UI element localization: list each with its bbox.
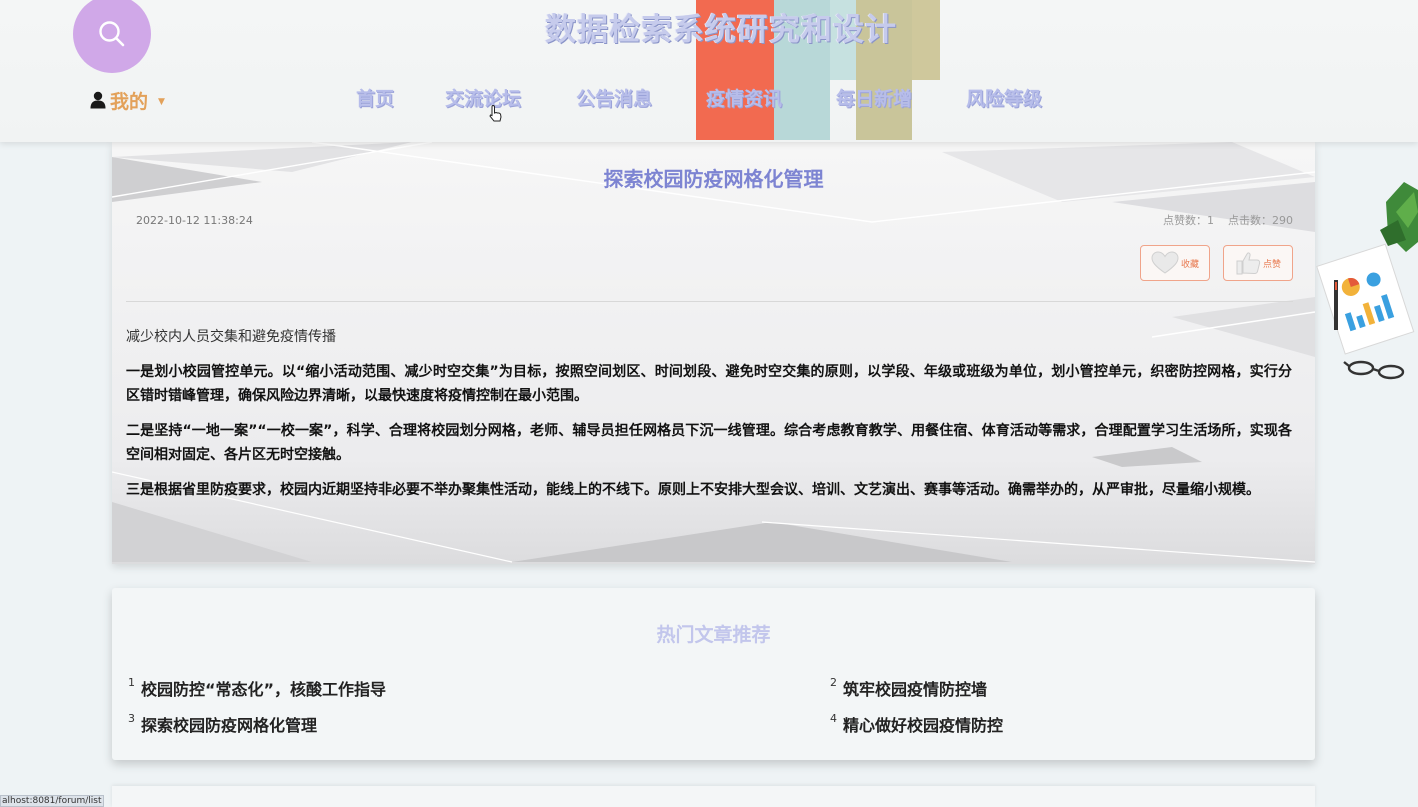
favorite-label: 收藏 [1180,259,1199,270]
search-button[interactable] [73,0,151,73]
user-menu-dropdown[interactable]: 我的 ▼ [90,86,165,114]
next-section-card [112,786,1315,807]
desk-decoration-image [1316,182,1418,380]
hot-articles-card: 热门文章推荐 1 校园防控“常态化”，核酸工作指导 2 筑牢校园疫情防控墙 3 … [112,588,1315,760]
article-stats: 点赞数：1 点击数：290 [1163,212,1293,228]
status-bar-url: alhost:8081/forum/list [0,795,104,807]
thumbs-up-icon [1236,252,1261,275]
hot-article-link[interactable]: 探索校园防疫网格化管理 [141,712,317,736]
hot-articles-title: 热门文章推荐 [656,624,771,646]
hot-article-number: 2 [830,676,837,689]
article-paragraph: 一是划小校园管控单元。以“缩小活动范围、减少时空交集”为目标，按照空间划区、时间… [126,364,1292,404]
hot-article-item[interactable]: 2 筑牢校园疫情防控墙 [830,676,987,700]
hot-article-number: 1 [128,676,135,689]
nav-item-home[interactable]: 首页 [356,84,394,111]
article-paragraph: 三是根据省里防疫要求，校园内近期坚持非必要不举办聚集性活动，能线上的不线下。原则… [126,482,1260,498]
nav-item-announcements[interactable]: 公告消息 [576,84,652,111]
like-button[interactable]: 点赞 [1223,245,1293,281]
nav-item-daily-new[interactable]: 每日新增 [836,84,912,111]
clicks-count: 点击数：290 [1228,214,1293,227]
hot-article-item[interactable]: 3 探索校园防疫网格化管理 [128,712,317,736]
nav-item-forum[interactable]: 交流论坛 [445,84,521,111]
likes-count: 点赞数：1 [1163,214,1214,227]
search-icon [99,21,125,47]
hot-article-link[interactable]: 精心做好校园疫情防控 [843,712,1003,736]
nav-item-risk-level[interactable]: 风险等级 [966,84,1042,111]
heart-icon [1151,251,1179,274]
user-menu-label: 我的 [110,90,149,113]
hot-article-number: 3 [128,712,135,725]
divider [126,301,1293,302]
hot-article-link[interactable]: 校园防控“常态化”，核酸工作指导 [141,676,386,700]
favorite-button[interactable]: 收藏 [1140,245,1210,281]
article-body: 减少校内人员交集和避免疫情传播 一是划小校园管控单元。以“缩小活动范围、减少时空… [126,326,1292,513]
pointer-cursor-icon [489,104,502,122]
hot-article-number: 4 [830,712,837,725]
hot-article-item[interactable]: 4 精心做好校园疫情防控 [830,712,1003,736]
nav-item-epidemic-news[interactable]: 疫情资讯 [706,84,782,111]
like-label: 点赞 [1262,259,1281,270]
article-card: 探索校园防疫网格化管理 2022-10-12 11:38:24 点赞数：1 点击… [112,142,1315,564]
article-paragraph: 二是坚持“一地一案”“一校一案”，科学、合理将校园划分网格，老师、辅导员担任网格… [126,423,1292,463]
article-intro: 减少校内人员交集和避免疫情传播 [126,329,336,345]
hot-article-item[interactable]: 1 校园防控“常态化”，核酸工作指导 [128,676,386,700]
article-date: 2022-10-12 11:38:24 [136,214,253,227]
site-title: 数据检索系统研究和设计 [545,12,897,48]
top-header: 数据检索系统研究和设计 我的 ▼ 首页 交流论坛 公告消息 疫情资讯 每日新增 … [0,0,1418,142]
caret-down-icon: ▼ [158,97,165,107]
user-icon [90,91,106,109]
hot-article-link[interactable]: 筑牢校园疫情防控墙 [843,676,987,700]
article-title: 探索校园防疫网格化管理 [603,167,824,191]
